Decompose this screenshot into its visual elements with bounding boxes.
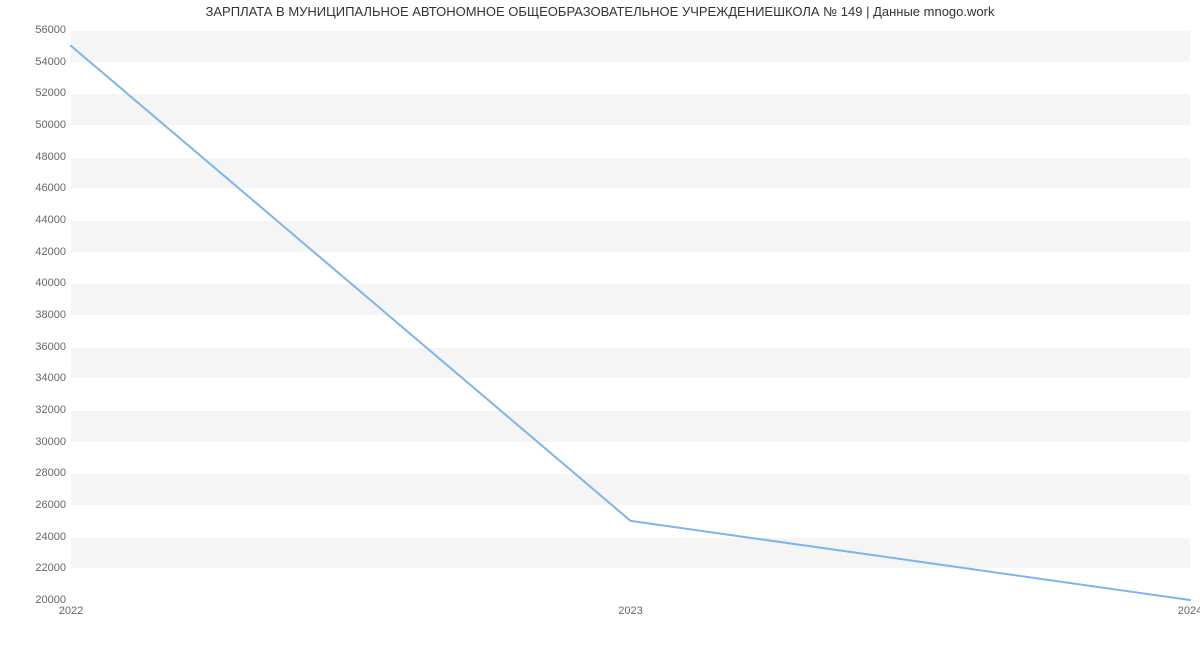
x-axis-label: 2022	[59, 605, 83, 617]
y-axis-label: 40000	[35, 277, 66, 289]
plot-area	[71, 30, 1190, 601]
y-axis-label: 26000	[35, 499, 66, 511]
y-axis-label: 46000	[35, 182, 66, 194]
chart-container: ЗАРПЛАТА В МУНИЦИПАЛЬНОЕ АВТОНОМНОЕ ОБЩЕ…	[0, 0, 1200, 650]
x-axis-label: 2023	[618, 605, 642, 617]
y-axis-label: 50000	[35, 119, 66, 131]
y-axis-label: 52000	[35, 87, 66, 99]
y-axis-label: 44000	[35, 214, 66, 226]
series-line	[71, 46, 1190, 600]
y-axis-label: 36000	[35, 341, 66, 353]
y-axis-label: 32000	[35, 404, 66, 416]
y-axis-label: 28000	[35, 467, 66, 479]
y-axis-label: 54000	[35, 56, 66, 68]
y-axis-label: 30000	[35, 436, 66, 448]
y-axis-label: 24000	[35, 531, 66, 543]
y-axis-label: 34000	[35, 372, 66, 384]
y-axis-label: 22000	[35, 562, 66, 574]
y-axis-label: 56000	[35, 24, 66, 36]
line-series-svg	[71, 30, 1190, 600]
y-axis-label: 38000	[35, 309, 66, 321]
y-axis-label: 48000	[35, 151, 66, 163]
chart-title: ЗАРПЛАТА В МУНИЦИПАЛЬНОЕ АВТОНОМНОЕ ОБЩЕ…	[0, 4, 1200, 19]
y-gridline	[71, 600, 1190, 601]
y-axis-label: 42000	[35, 246, 66, 258]
x-axis-label: 2024	[1178, 605, 1200, 617]
